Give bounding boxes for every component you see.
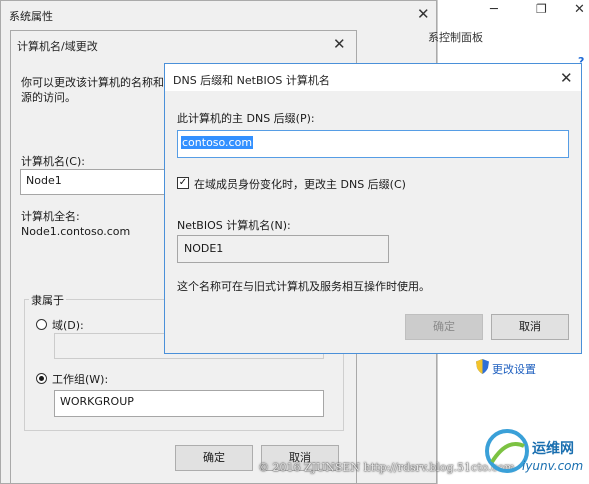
primary-suffix-label: 此计算机的主 DNS 后缀(P): [177, 112, 315, 125]
copyright-text: © 2016 ZJUNSEN http://rdsrv.blog.51cto.c… [258, 461, 515, 474]
window-close-icon[interactable]: ✕ [574, 2, 585, 17]
netbios-label: NetBIOS 计算机名(N): [177, 219, 291, 232]
rename-dialog-title: 计算机名/域更改 [17, 40, 98, 53]
shield-icon [476, 359, 489, 377]
rename-ok-button[interactable]: 确定 [175, 445, 253, 471]
control-panel-text: 系控制面板 [428, 31, 483, 44]
change-suffix-label[interactable]: 在域成员身份变化时，更改主 DNS 后缀(C) [194, 176, 406, 192]
primary-suffix-input[interactable]: contoso.com [177, 130, 569, 158]
workgroup-input[interactable]: WORKGROUP [54, 390, 324, 417]
brand-url: iyunv.com [522, 459, 584, 473]
minimize-icon[interactable]: ─ [490, 2, 498, 17]
primary-suffix-selected-text: contoso.com [181, 136, 254, 149]
domain-radio[interactable] [36, 319, 47, 330]
dns-cancel-button[interactable]: 取消 [491, 314, 569, 340]
system-properties-title: 系统属性 [9, 10, 53, 23]
rename-dialog-close-icon[interactable]: ✕ [333, 37, 346, 52]
change-settings-link[interactable]: 更改设置 [492, 361, 536, 377]
domain-label: 域(D): [52, 319, 84, 332]
dns-ok-button[interactable]: 确定 [405, 314, 483, 340]
dns-dialog-title: DNS 后缀和 NetBIOS 计算机名 [173, 74, 330, 87]
workgroup-radio[interactable] [36, 373, 47, 384]
computer-name-input[interactable]: Node1 [20, 169, 170, 195]
computer-name-label: 计算机名(C): [21, 155, 85, 168]
dns-dialog-close-icon[interactable]: ✕ [560, 71, 573, 86]
brand-name: 运维网 [532, 441, 574, 457]
brand-logo: 运维网 iyunv.com [484, 425, 589, 483]
member-of-label: 隶属于 [29, 292, 66, 308]
change-suffix-checkbox[interactable]: ✓ [177, 177, 189, 189]
intro-text: 你可以更改该计算机的名称和 [21, 76, 164, 89]
dns-dialog: DNS 后缀和 NetBIOS 计算机名 ✕ 此计算机的主 DNS 后缀(P):… [164, 63, 582, 354]
workgroup-label: 工作组(W): [52, 373, 109, 386]
system-properties-close-icon[interactable]: ✕ [417, 7, 430, 22]
full-name-label: 计算机全名: [21, 210, 80, 223]
restore-icon[interactable]: ❐ [536, 2, 547, 16]
netbios-note: 这个名称可在与旧式计算机及服务相互操作时使用。 [177, 280, 430, 293]
netbios-name-field: NODE1 [177, 235, 389, 263]
full-name-value: Node1.contoso.com [21, 225, 131, 238]
intro-text-2: 源的访问。 [21, 91, 76, 104]
